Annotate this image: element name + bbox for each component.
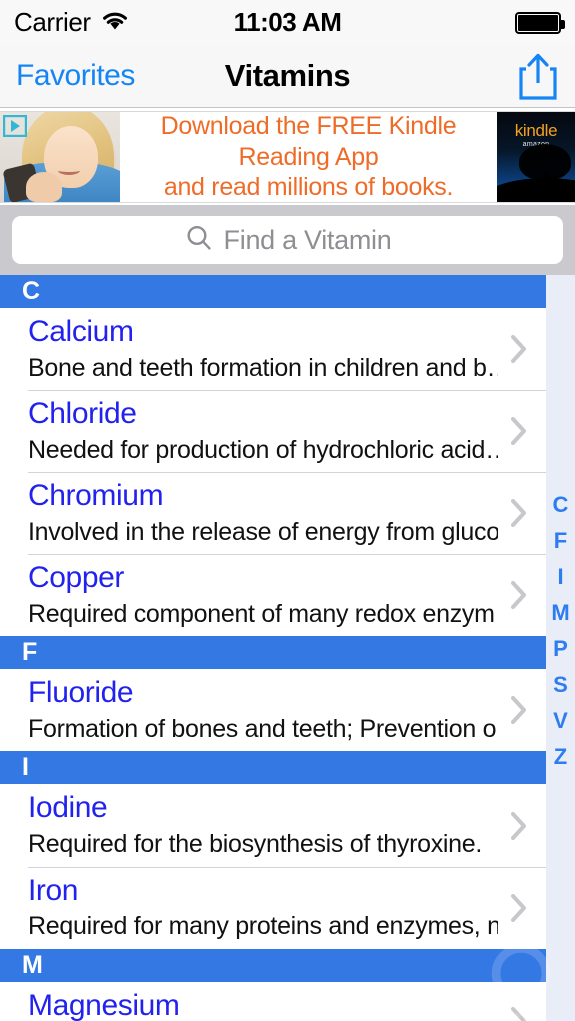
section-header-letter: M bbox=[22, 950, 43, 979]
chevron-right-icon bbox=[511, 499, 526, 528]
ad-message[interactable]: Download the FREE Kindle Reading App and… bbox=[120, 112, 497, 202]
carrier-label: Carrier bbox=[14, 7, 91, 37]
share-button[interactable] bbox=[517, 50, 559, 102]
list-item-subtitle: Required for many proteins and enzymes, … bbox=[28, 912, 498, 941]
list-item[interactable]: Magnesium bbox=[0, 981, 575, 1021]
ad-photo-woman-reading bbox=[0, 112, 120, 202]
kindle-logo-image[interactable]: kindle amazon bbox=[497, 112, 575, 202]
search-bar: Find a Vitamin bbox=[0, 205, 575, 275]
section-header-c: C bbox=[0, 275, 546, 308]
ad-message-line1: Download the FREE Kindle Reading App bbox=[160, 112, 457, 171]
status-bar-left: Carrier bbox=[14, 7, 130, 38]
chevron-right-icon bbox=[511, 581, 526, 610]
status-bar-right bbox=[515, 11, 565, 34]
list-item-subtitle: Involved in the release of energy from g… bbox=[28, 517, 498, 546]
search-input[interactable]: Find a Vitamin bbox=[12, 216, 563, 264]
list-item-subtitle: Needed for production of hydrochloric ac… bbox=[28, 435, 498, 464]
share-icon bbox=[519, 53, 557, 100]
kindle-logo-ground bbox=[497, 178, 575, 202]
list-item-subtitle: Formation of bones and teeth; Prevention… bbox=[28, 714, 498, 743]
kindle-logo-person bbox=[546, 178, 556, 191]
section-header-letter: I bbox=[22, 753, 29, 782]
list-item-title: Magnesium bbox=[28, 988, 180, 1021]
section-index-letter-f[interactable]: F bbox=[554, 530, 567, 552]
list-item[interactable]: Copper Required component of many redox e… bbox=[0, 554, 575, 637]
chevron-right-icon bbox=[511, 893, 526, 922]
back-button-favorites[interactable]: Favorites bbox=[16, 59, 135, 93]
list-item-title: Fluoride bbox=[28, 676, 134, 710]
chevron-right-icon bbox=[511, 417, 526, 446]
list-item-subtitle: Required for the biosynthesis of thyroxi… bbox=[28, 830, 483, 859]
ad-photo-hand bbox=[26, 172, 62, 202]
section-header-f: F bbox=[0, 636, 546, 670]
list-item-title: Copper bbox=[28, 561, 124, 595]
section-header-letter: C bbox=[22, 277, 40, 305]
kindle-wordmark: kindle bbox=[514, 121, 558, 140]
app-screen: Carrier 11:03 AM Favorites Vitamins Down… bbox=[0, 0, 575, 1021]
battery-icon bbox=[515, 11, 565, 34]
wifi-icon bbox=[100, 9, 130, 36]
section-index-letter-z[interactable]: Z bbox=[554, 746, 567, 768]
search-icon bbox=[184, 223, 214, 258]
chevron-right-icon bbox=[511, 335, 526, 364]
list-item[interactable]: Chromium Involved in the release of energ… bbox=[0, 472, 575, 555]
list-item[interactable]: Iron Required for many proteins and enzym… bbox=[0, 866, 575, 949]
section-index-letter-p[interactable]: P bbox=[553, 638, 568, 660]
navigation-bar: Favorites Vitamins bbox=[0, 45, 575, 108]
ad-message-line2: and read millions of books. bbox=[163, 173, 454, 202]
section-header-i: I bbox=[0, 751, 546, 785]
chevron-right-icon bbox=[511, 696, 526, 725]
list-item-title: Chromium bbox=[28, 479, 164, 513]
list-item[interactable]: Calcium Bone and teeth formation in child… bbox=[0, 308, 575, 391]
list-item-title: Chloride bbox=[28, 397, 137, 431]
list-item-title: Calcium bbox=[28, 315, 134, 348]
list-item[interactable]: Chloride Needed for production of hydroch… bbox=[0, 390, 575, 473]
section-index-letter-i[interactable]: I bbox=[557, 566, 563, 588]
section-index-letter-m[interactable]: M bbox=[551, 602, 569, 624]
list-item-subtitle: Bone and teeth formation in children and… bbox=[28, 353, 498, 382]
list-item[interactable]: Fluoride Formation of bones and teeth; Pr… bbox=[0, 669, 575, 752]
section-index-letter-c[interactable]: C bbox=[553, 494, 569, 516]
search-placeholder: Find a Vitamin bbox=[223, 224, 392, 255]
chevron-right-icon bbox=[511, 1007, 526, 1021]
section-index-strip[interactable]: CFIMPSVZ bbox=[546, 487, 575, 775]
ad-photo-smile bbox=[58, 166, 80, 175]
list-item-subtitle: Required component of many redox enzym… bbox=[28, 599, 498, 628]
list-item-title: Iron bbox=[28, 873, 79, 907]
section-header-letter: F bbox=[22, 638, 38, 667]
advertisement-container[interactable]: Download the FREE Kindle Reading App and… bbox=[0, 108, 575, 205]
adchoices-icon[interactable] bbox=[3, 115, 27, 137]
section-index-letter-s[interactable]: S bbox=[553, 674, 568, 696]
chevron-right-icon bbox=[511, 811, 526, 840]
kindle-ad-banner[interactable]: Download the FREE Kindle Reading App and… bbox=[0, 111, 575, 203]
section-header-m: M bbox=[0, 948, 546, 982]
status-bar: Carrier 11:03 AM bbox=[0, 0, 575, 45]
list-item[interactable]: Iodine Required for the biosynthesis of t… bbox=[0, 784, 575, 867]
section-index-letter-v[interactable]: V bbox=[553, 710, 568, 732]
vitamins-list[interactable]: C Calcium Bone and teeth formation in chil… bbox=[0, 275, 575, 1021]
list-item-title: Iodine bbox=[28, 791, 108, 825]
